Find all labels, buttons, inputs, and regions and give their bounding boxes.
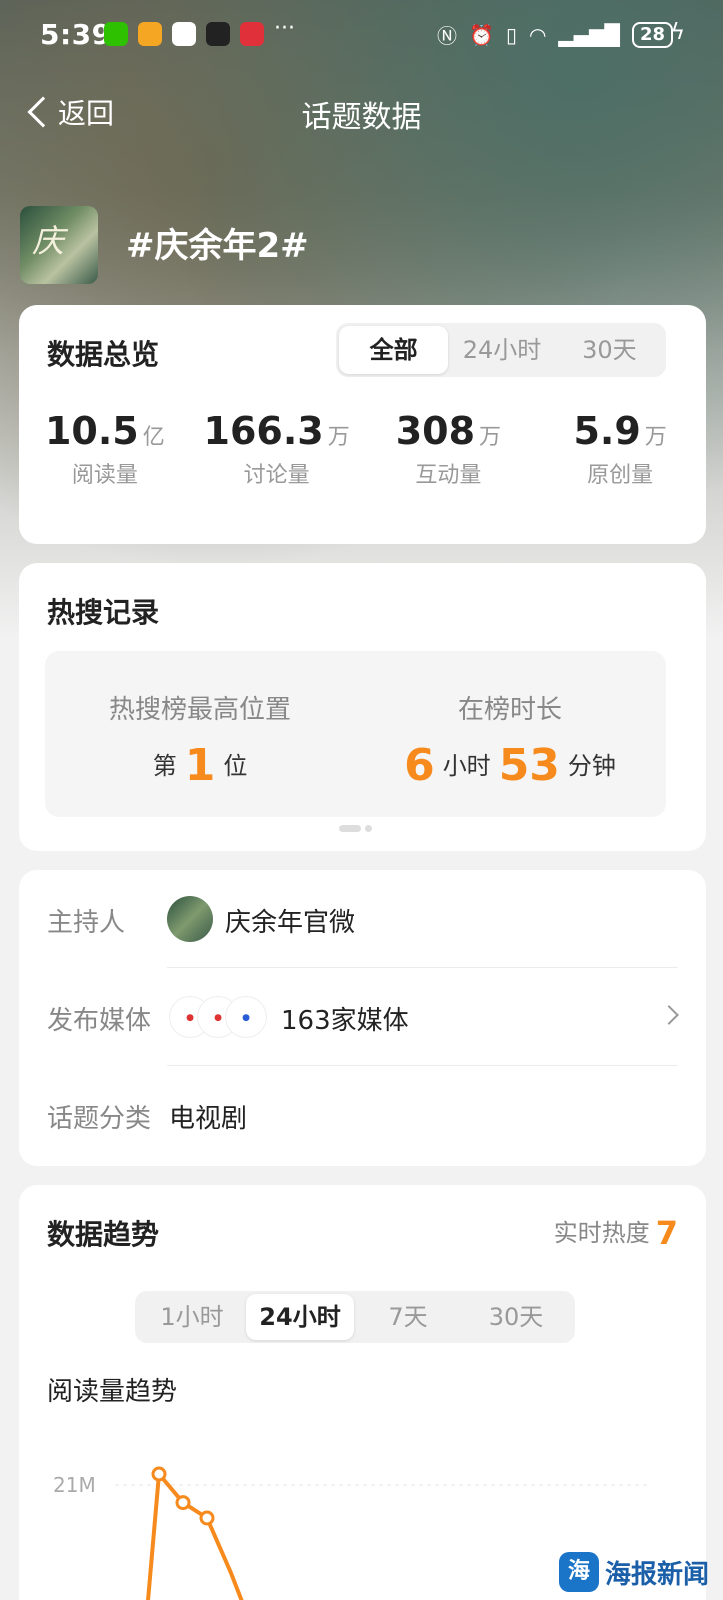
topic-thumbnail: 庆	[20, 206, 98, 284]
stat-value: 10.5	[44, 409, 139, 453]
media-logo-icon: ●	[225, 996, 267, 1038]
hot-search-panel[interactable]: 热搜榜最高位置 第1位 在榜时长 6 小时 53 分钟	[45, 651, 666, 817]
peak-position: 热搜榜最高位置 第1位	[45, 651, 355, 791]
trend-title: 数据趋势	[47, 1218, 160, 1251]
trend-tab-1h[interactable]: 1小时	[138, 1294, 246, 1340]
alarm-icon: ⏰	[469, 22, 494, 47]
media-row[interactable]: 发布媒体 ● ● ● 163家媒体	[19, 968, 706, 1066]
chart-marks	[146, 1466, 244, 1600]
more-notifications: ···	[274, 16, 295, 41]
duration-label: 在榜时长	[457, 695, 562, 725]
peak-value-row: 第1位	[45, 740, 355, 791]
unionpay-icon	[240, 22, 264, 46]
hot-search-title: 热搜记录	[47, 596, 160, 629]
host-name: 庆余年官微	[225, 908, 356, 938]
overview-tab-30d[interactable]: 30天	[556, 326, 663, 374]
peak-value: 1	[184, 740, 216, 791]
heat-value: 7	[655, 1214, 678, 1252]
stat-interactions: 308 万 互动量	[363, 409, 535, 489]
overview-title: 数据总览	[47, 338, 160, 371]
stat-unit: 万	[479, 425, 502, 450]
stat-discussions: 166.3 万 讨论量	[191, 409, 363, 489]
on-list-duration: 在榜时长 6 小时 53 分钟	[355, 651, 665, 791]
stat-unit: 亿	[142, 425, 165, 450]
topic-title: #庆余年2#	[126, 226, 309, 266]
watermark-logo-icon: 海	[558, 1552, 599, 1592]
nfc-icon: Ⓝ	[437, 24, 458, 48]
page-dot-active	[339, 825, 361, 832]
series-line	[146, 1469, 244, 1600]
trend-tab-24h[interactable]: 24小时	[246, 1294, 354, 1340]
qq-icon	[206, 22, 230, 46]
battery-indicator: 28	[631, 21, 673, 48]
category-value: 电视剧	[169, 1104, 248, 1134]
page-indicator	[339, 825, 372, 832]
trend-tab-7d[interactable]: 7天	[354, 1294, 462, 1340]
stat-label: 阅读量	[71, 463, 138, 488]
media-count: 163家媒体	[281, 1006, 409, 1036]
vibrate-icon: ▯	[505, 22, 517, 47]
chevron-right-icon	[659, 1005, 679, 1025]
peak-prefix: 第	[152, 752, 177, 780]
nav-bar: 返回 话题数据	[0, 80, 723, 144]
watermark: 海 海报新闻	[558, 1552, 709, 1592]
stat-reads: 10.5 亿 阅读量	[19, 409, 191, 489]
media-logos: ● ● ●	[169, 996, 267, 1040]
signal-icon: ▂▄▆█	[558, 22, 620, 47]
weibo-icon	[138, 22, 162, 46]
trend-tabs: 1小时 24小时 7天 30天	[135, 1291, 575, 1343]
category-row: 话题分类 电视剧	[19, 1066, 706, 1164]
page-dot	[365, 825, 372, 832]
topic-thumb-text: 庆	[32, 222, 65, 260]
realtime-heat: 实时热度 7	[554, 1213, 678, 1252]
trend-card: 数据趋势 实时热度 7 1小时 24小时 7天 30天 阅读量趋势 21M	[19, 1185, 706, 1600]
stat-value: 5.9	[573, 409, 641, 453]
stat-unit: 万	[644, 425, 667, 450]
y-tick-label: 21M	[53, 1473, 96, 1497]
wifi-icon: ◠	[528, 22, 547, 47]
peak-label: 热搜榜最高位置	[108, 695, 291, 725]
watermark-text: 海报新闻	[604, 1559, 709, 1590]
avatar	[167, 896, 213, 942]
page-title: 话题数据	[301, 100, 422, 135]
data-point[interactable]	[151, 1466, 167, 1482]
data-point[interactable]	[175, 1495, 191, 1511]
stat-label: 原创量	[587, 463, 654, 488]
heat-label: 实时热度	[553, 1219, 650, 1247]
topic-info-card: 主持人 庆余年官微 发布媒体 ● ● ● 163家媒体 话题分类 电视剧	[19, 870, 706, 1166]
overview-stats: 10.5 亿 阅读量 166.3 万 讨论量 308 万 互动量 5.9 万 原创量	[19, 409, 706, 489]
host-row[interactable]: 主持人 庆余年官微	[19, 870, 706, 968]
charging-icon: ϟ	[670, 20, 685, 45]
overview-tabs: 全部 24小时 30天	[336, 323, 666, 377]
overview-card: 数据总览 全部 24小时 30天 10.5 亿 阅读量 166.3 万 讨论量 30…	[19, 305, 706, 544]
host-label: 主持人	[47, 908, 126, 938]
hours-unit: 小时	[442, 752, 491, 780]
media-label: 发布媒体	[47, 1006, 152, 1036]
duration-value-row: 6 小时 53 分钟	[355, 740, 665, 791]
wechat-icon	[104, 22, 128, 46]
system-indicators: Ⓝ ⏰ ▯ ◠ ▂▄▆█ 28	[437, 20, 673, 49]
hours-value: 6	[404, 740, 435, 791]
status-time: 5:39	[40, 18, 112, 51]
stat-label: 互动量	[415, 463, 482, 488]
category-label: 话题分类	[47, 1104, 152, 1134]
hot-search-card: 热搜记录 热搜榜最高位置 第1位 在榜时长 6 小时 53 分钟	[19, 563, 706, 851]
stat-unit: 万	[327, 425, 350, 450]
stat-originals: 5.9 万 原创量	[534, 409, 706, 489]
minutes-unit: 分钟	[567, 752, 616, 780]
stat-label: 讨论量	[243, 463, 310, 488]
chart-title: 阅读量趋势	[47, 1377, 178, 1407]
status-bar: 5:39 ··· Ⓝ ⏰ ▯ ◠ ▂▄▆█ 28 ϟ	[0, 0, 723, 72]
peak-suffix: 位	[223, 752, 248, 780]
minutes-value: 53	[498, 740, 560, 791]
trend-tab-30d[interactable]: 30天	[462, 1294, 570, 1340]
browser-icon	[172, 22, 196, 46]
stat-value: 166.3	[203, 409, 324, 453]
overview-tab-all[interactable]: 全部	[339, 326, 449, 374]
notification-icons	[104, 22, 264, 46]
data-point[interactable]	[199, 1510, 215, 1526]
overview-tab-24h[interactable]: 24小时	[448, 326, 555, 374]
stat-value: 308	[395, 409, 476, 453]
